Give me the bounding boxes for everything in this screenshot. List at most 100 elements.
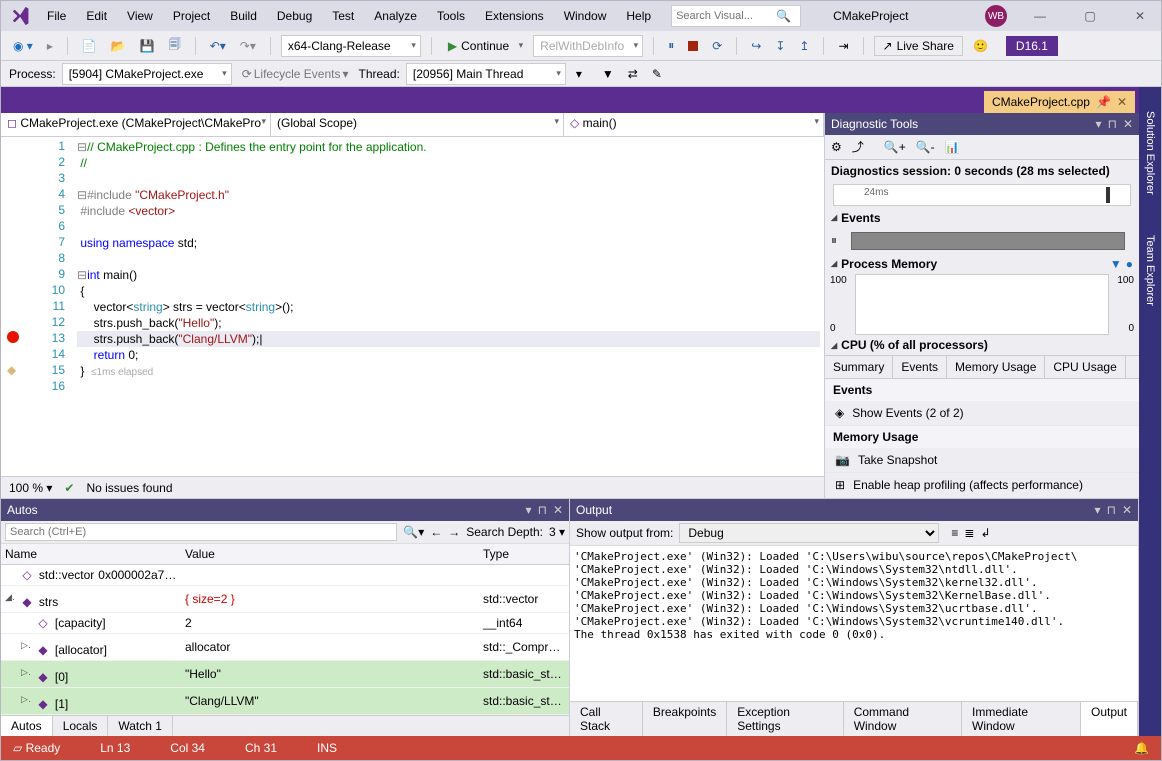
- menu-project[interactable]: Project: [165, 5, 218, 27]
- thread-combo[interactable]: [20956] Main Thread: [406, 63, 566, 85]
- restart-icon[interactable]: ⟳: [708, 37, 726, 55]
- diag-settings-icon[interactable]: ⚙: [831, 140, 842, 154]
- heap-profiling-item[interactable]: ⊞Enable heap profiling (affects performa…: [825, 473, 1139, 498]
- step-over-icon[interactable]: ↪: [747, 37, 765, 55]
- diag-cpu-header[interactable]: CPU (% of all processors): [825, 335, 1139, 355]
- close-button[interactable]: ✕: [1123, 9, 1157, 23]
- feedback-icon[interactable]: 🙂: [969, 37, 992, 55]
- close-tab-icon[interactable]: ✕: [1117, 95, 1127, 109]
- nav-fwd-button[interactable]: ▸: [43, 37, 57, 55]
- new-project-icon[interactable]: 📄: [78, 37, 101, 55]
- search-icon[interactable]: 🔍▾: [403, 525, 424, 539]
- build-config-combo[interactable]: RelWithDebInfo: [533, 35, 643, 57]
- menu-analyze[interactable]: Analyze: [366, 5, 425, 27]
- avatar[interactable]: WB: [985, 5, 1007, 27]
- maximize-button[interactable]: ▢: [1073, 9, 1107, 23]
- prev-icon[interactable]: ←: [430, 525, 442, 539]
- tab-cmakeproject-cpp[interactable]: CMakeProject.cpp 📌 ✕: [984, 91, 1135, 113]
- next-icon[interactable]: →: [448, 525, 460, 539]
- output-tab-command-window[interactable]: Command Window: [844, 702, 962, 736]
- autos-tab-autos[interactable]: Autos: [1, 716, 53, 736]
- pause-events-icon[interactable]: ⏸: [831, 233, 837, 248]
- stop-icon[interactable]: [684, 39, 702, 53]
- nav-function-combo[interactable]: ◇ main(): [564, 113, 824, 136]
- team-explorer-tab[interactable]: Team Explorer: [1144, 235, 1156, 306]
- menu-file[interactable]: File: [39, 5, 74, 27]
- panel-dropdown-icon[interactable]: ▾: [1096, 117, 1102, 131]
- autos-tab-watch-1[interactable]: Watch 1: [108, 716, 173, 736]
- threads-icon[interactable]: ⇄: [624, 65, 642, 83]
- tool-icon[interactable]: ✎: [648, 65, 666, 83]
- stack-frame-icon[interactable]: ▾: [572, 65, 586, 83]
- output-clear-icon[interactable]: ≡: [951, 526, 958, 540]
- autos-row[interactable]: ▷ ◆ [1]"Clang/LLVM"std::basic_stri...: [1, 688, 569, 715]
- zoom-combo[interactable]: 100 % ▾: [9, 481, 52, 495]
- nav-back-button[interactable]: ◉ ▾: [9, 37, 37, 55]
- code-editor[interactable]: 1234567891011121314◆1516 ⊟// CMakeProjec…: [1, 137, 824, 476]
- global-search[interactable]: 🔍: [671, 5, 801, 27]
- diag-timeline[interactable]: 24ms: [833, 184, 1131, 206]
- search-input[interactable]: [676, 10, 776, 22]
- menu-view[interactable]: View: [119, 5, 161, 27]
- pause-icon[interactable]: ⏸: [664, 36, 678, 55]
- autos-row[interactable]: ◇ [capacity]2__int64: [1, 613, 569, 634]
- marker-icon[interactable]: ▼: [1110, 257, 1122, 271]
- process-combo[interactable]: [5904] CMakeProject.exe: [62, 63, 232, 85]
- diag-pm-header[interactable]: Process Memory▼ ●: [825, 254, 1139, 274]
- reset-zoom-icon[interactable]: 📊: [945, 140, 960, 154]
- nav-project-combo[interactable]: ◻ CMakeProject.exe (CMakeProject\CMakePr…: [1, 113, 271, 136]
- show-events-item[interactable]: ◈Show Events (2 of 2): [825, 401, 1139, 426]
- zoom-out-icon[interactable]: 🔍-: [916, 140, 935, 154]
- open-icon[interactable]: 📂: [107, 37, 130, 55]
- menu-tools[interactable]: Tools: [429, 5, 473, 27]
- step-out-icon[interactable]: ↥: [795, 37, 813, 55]
- diag-tab-cpu-usage[interactable]: CPU Usage: [1045, 356, 1125, 378]
- menu-window[interactable]: Window: [556, 5, 615, 27]
- output-tab-breakpoints[interactable]: Breakpoints: [643, 702, 727, 736]
- save-all-icon[interactable]: 🗐: [165, 33, 185, 58]
- autos-row[interactable]: ◢ ◆ strs{ size=2 }std::vector: [1, 586, 569, 613]
- menu-help[interactable]: Help: [618, 5, 659, 27]
- continue-button[interactable]: ▶Continue: [442, 37, 527, 55]
- filter-icon[interactable]: ▼: [598, 65, 618, 83]
- step-icon[interactable]: ⇥: [834, 37, 852, 55]
- depth-value[interactable]: 3 ▾: [549, 525, 565, 539]
- menu-extensions[interactable]: Extensions: [477, 5, 552, 27]
- diag-tab-events[interactable]: Events: [893, 356, 947, 378]
- solution-explorer-tab[interactable]: Solution Explorer: [1144, 111, 1156, 195]
- output-tab-output[interactable]: Output: [1081, 702, 1138, 736]
- autos-search-input[interactable]: [5, 523, 397, 541]
- panel-close-icon[interactable]: ✕: [1123, 117, 1133, 131]
- output-tab-immediate-window[interactable]: Immediate Window: [962, 702, 1081, 736]
- save-icon[interactable]: 💾: [136, 37, 159, 55]
- live-share-button[interactable]: ↗ Live Share: [874, 36, 963, 56]
- menu-debug[interactable]: Debug: [269, 5, 320, 27]
- step-into-icon[interactable]: ↧: [771, 37, 789, 55]
- take-snapshot-item[interactable]: 📷Take Snapshot: [825, 448, 1139, 473]
- autos-row[interactable]: ◇ std::vector0x000002a7f2024a80 "Clang/L…: [1, 565, 569, 586]
- lifecycle-button[interactable]: ⟳ Lifecycle Events ▾: [238, 65, 353, 83]
- autos-row[interactable]: ▷ ◆ [allocator]allocatorstd::_Compre...: [1, 634, 569, 661]
- menu-build[interactable]: Build: [222, 5, 265, 27]
- diag-select-icon[interactable]: ⤴: [852, 138, 864, 155]
- nav-scope-combo[interactable]: (Global Scope): [271, 113, 564, 136]
- zoom-in-icon[interactable]: 🔍+: [884, 140, 906, 154]
- panel-pin-icon[interactable]: ⊓: [1108, 117, 1117, 131]
- output-wrap-icon[interactable]: ↲: [980, 526, 990, 540]
- undo-icon[interactable]: ↶▾: [206, 37, 230, 55]
- minimize-button[interactable]: —: [1023, 9, 1057, 23]
- menu-edit[interactable]: Edit: [78, 5, 115, 27]
- output-text[interactable]: 'CMakeProject.exe' (Win32): Loaded 'C:\U…: [570, 546, 1138, 701]
- output-toggle-icon[interactable]: ≣: [964, 526, 974, 540]
- config-combo[interactable]: x64-Clang-Release: [281, 35, 421, 57]
- output-tab-exception-settings[interactable]: Exception Settings: [727, 702, 843, 736]
- output-source-combo[interactable]: Debug: [679, 523, 939, 543]
- diag-events-header[interactable]: Events: [825, 208, 1139, 228]
- notifications-icon[interactable]: 🔔: [1134, 741, 1149, 755]
- diag-tab-memory-usage[interactable]: Memory Usage: [947, 356, 1045, 378]
- pin-icon[interactable]: 📌: [1096, 95, 1111, 109]
- redo-icon[interactable]: ↷▾: [236, 37, 260, 55]
- output-tab-call-stack[interactable]: Call Stack: [570, 702, 643, 736]
- autos-tab-locals[interactable]: Locals: [53, 716, 109, 736]
- menu-test[interactable]: Test: [324, 5, 362, 27]
